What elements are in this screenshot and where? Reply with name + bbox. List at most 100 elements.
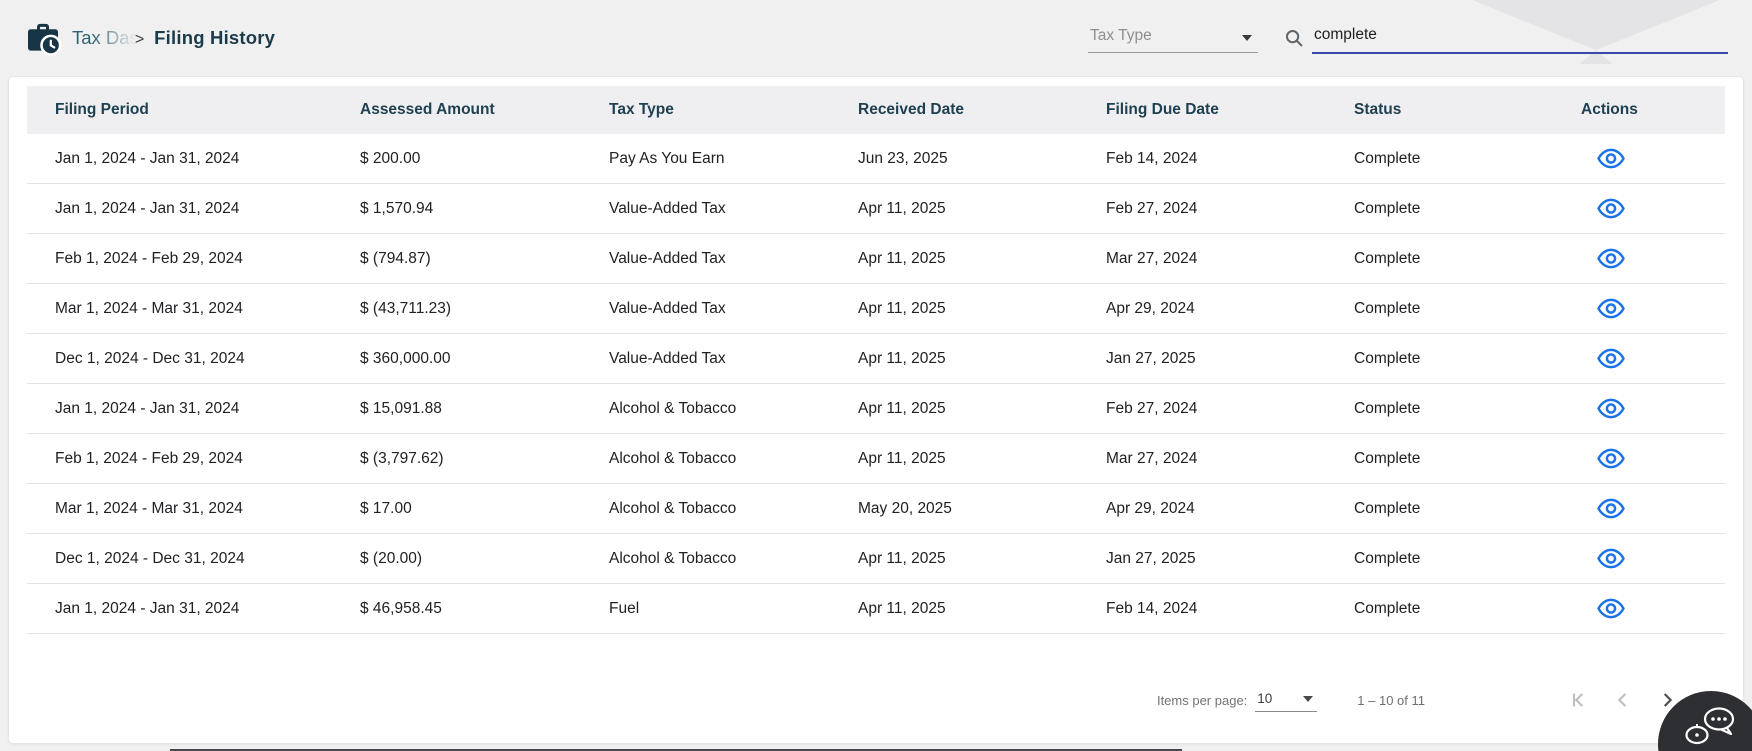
first-page-button[interactable] [1565, 686, 1593, 714]
search-icon [1286, 30, 1303, 47]
tax-type-cell: Alcohol & Tobacco [609, 399, 737, 417]
filing-due-date-cell: Feb 14, 2024 [1106, 149, 1198, 167]
column-header-tax-type: Tax Type [609, 101, 674, 118]
status-cell: Complete [1354, 549, 1421, 567]
filing-history-page: Tax Das > Filing History Tax Type Filing… [0, 0, 1752, 751]
status-cell: Complete [1354, 599, 1421, 617]
filing-period-cell: Mar 1, 2024 - Mar 31, 2024 [55, 299, 243, 317]
tax-type-cell: Fuel [609, 599, 640, 617]
received-date-cell: Apr 11, 2025 [858, 449, 946, 467]
assessed-amount-cell: $ 360,000.00 [360, 349, 451, 367]
assessed-amount-cell: $ (20.00) [360, 549, 423, 567]
filing-history-card: Filing Period Assessed Amount Tax Type R… [8, 76, 1744, 744]
filing-due-date-cell: Mar 27, 2024 [1106, 249, 1198, 267]
tax-type-cell: Alcohol & Tobacco [609, 549, 737, 567]
table-row: Feb 1, 2024 - Feb 29, 2024 $ (794.87) Va… [27, 234, 1725, 284]
filing-period-cell: Jan 1, 2024 - Jan 31, 2024 [55, 199, 240, 217]
column-header-actions: Actions [1581, 101, 1638, 118]
status-cell: Complete [1354, 149, 1421, 167]
filing-period-cell: Dec 1, 2024 - Dec 31, 2024 [55, 549, 245, 567]
chevron-down-icon [1242, 35, 1252, 41]
tax-type-cell: Pay As You Earn [609, 149, 725, 167]
page-header: Tax Das > Filing History Tax Type [0, 0, 1752, 76]
column-header-assessed-amount: Assessed Amount [360, 101, 495, 118]
table-row: Dec 1, 2024 - Dec 31, 2024 $ (20.00) Alc… [27, 534, 1725, 584]
assessed-amount-cell: $ (3,797.62) [360, 449, 444, 467]
assessed-amount-cell: $ 46,958.45 [360, 599, 442, 617]
received-date-cell: Apr 11, 2025 [858, 599, 946, 617]
status-cell: Complete [1354, 199, 1421, 217]
view-filing-button[interactable] [1597, 246, 1631, 272]
filing-period-cell: Jan 1, 2024 - Jan 31, 2024 [55, 149, 240, 167]
filing-due-date-cell: Apr 29, 2024 [1106, 299, 1195, 317]
received-date-cell: Apr 11, 2025 [858, 549, 946, 567]
filing-period-cell: Dec 1, 2024 - Dec 31, 2024 [55, 349, 245, 367]
previous-page-button[interactable] [1609, 686, 1637, 714]
view-filing-button[interactable] [1597, 296, 1631, 322]
status-cell: Complete [1354, 449, 1421, 467]
received-date-cell: Apr 11, 2025 [858, 299, 946, 317]
header-filters: Tax Type [1088, 22, 1728, 54]
view-filing-button[interactable] [1597, 546, 1631, 572]
filing-due-date-cell: Feb 14, 2024 [1106, 599, 1198, 617]
filing-period-cell: Jan 1, 2024 - Jan 31, 2024 [55, 399, 240, 417]
filing-due-date-cell: Jan 27, 2025 [1106, 349, 1196, 367]
items-per-page-label: Items per page: [1156, 692, 1248, 708]
assessed-amount-cell: $ (43,711.23) [360, 299, 452, 317]
briefcase-clock-icon [28, 23, 62, 56]
eye-icon [1597, 148, 1625, 169]
eye-icon [1597, 348, 1625, 369]
status-cell: Complete [1354, 249, 1421, 267]
table-row: Jan 1, 2024 - Jan 31, 2024 $ 46,958.45 F… [27, 584, 1725, 634]
items-per-page-value: 10 [1257, 690, 1273, 706]
filing-period-cell: Feb 1, 2024 - Feb 29, 2024 [55, 249, 243, 267]
breadcrumb-separator: > [134, 31, 145, 48]
view-filing-button[interactable] [1597, 596, 1631, 622]
column-header-filing-period: Filing Period [55, 101, 149, 118]
view-filing-button[interactable] [1597, 396, 1631, 422]
eye-icon [1597, 248, 1625, 269]
table-row: Jan 1, 2024 - Jan 31, 2024 $ 1,570.94 Va… [27, 184, 1725, 234]
search-box [1284, 22, 1728, 54]
view-filing-button[interactable] [1597, 446, 1631, 472]
table-header-row: Filing Period Assessed Amount Tax Type R… [27, 86, 1725, 134]
tax-type-select[interactable]: Tax Type [1088, 23, 1258, 53]
view-filing-button[interactable] [1597, 496, 1631, 522]
eye-icon [1597, 448, 1625, 469]
table-row: Jan 1, 2024 - Jan 31, 2024 $ 200.00 Pay … [27, 134, 1725, 184]
assessed-amount-cell: $ 17.00 [360, 499, 412, 517]
tax-type-cell: Value-Added Tax [609, 249, 726, 267]
tax-type-cell: Value-Added Tax [609, 299, 726, 317]
breadcrumb-parent-link[interactable]: Tax Das [72, 27, 139, 49]
table-row: Mar 1, 2024 - Mar 31, 2024 $ 17.00 Alcoh… [27, 484, 1725, 534]
eye-icon [1597, 548, 1625, 569]
filing-due-date-cell: Feb 27, 2024 [1106, 199, 1198, 217]
eye-icon [1597, 298, 1625, 319]
tax-type-select-label: Tax Type [1090, 27, 1152, 44]
column-header-filing-due-date: Filing Due Date [1106, 101, 1219, 118]
eye-icon [1597, 198, 1625, 219]
items-per-page-select[interactable]: 10 [1255, 689, 1318, 712]
received-date-cell: Apr 11, 2025 [858, 249, 946, 267]
status-cell: Complete [1354, 499, 1421, 517]
assessed-amount-cell: $ 15,091.88 [360, 399, 442, 417]
chat-bubbles-icon [1685, 707, 1735, 745]
search-input[interactable] [1312, 22, 1728, 54]
tax-type-cell: Alcohol & Tobacco [609, 449, 737, 467]
tax-type-cell: Alcohol & Tobacco [609, 499, 737, 517]
breadcrumb: Tax Das > Filing History [24, 20, 275, 56]
view-filing-button[interactable] [1597, 196, 1631, 222]
filing-period-cell: Jan 1, 2024 - Jan 31, 2024 [55, 599, 240, 617]
table-row: Dec 1, 2024 - Dec 31, 2024 $ 360,000.00 … [27, 334, 1725, 384]
eye-icon [1597, 398, 1625, 419]
view-filing-button[interactable] [1597, 146, 1631, 172]
paginator: Items per page: 10 1 – 10 of 11 [27, 678, 1725, 722]
chevron-down-icon [1303, 695, 1314, 702]
tax-type-cell: Value-Added Tax [609, 199, 726, 217]
page-title: Filing History [154, 27, 276, 48]
eye-icon [1597, 498, 1625, 519]
view-filing-button[interactable] [1597, 346, 1631, 372]
filing-due-date-cell: Feb 27, 2024 [1106, 399, 1198, 417]
table-row: Mar 1, 2024 - Mar 31, 2024 $ (43,711.23)… [27, 284, 1725, 334]
filing-period-cell: Mar 1, 2024 - Mar 31, 2024 [55, 499, 243, 517]
